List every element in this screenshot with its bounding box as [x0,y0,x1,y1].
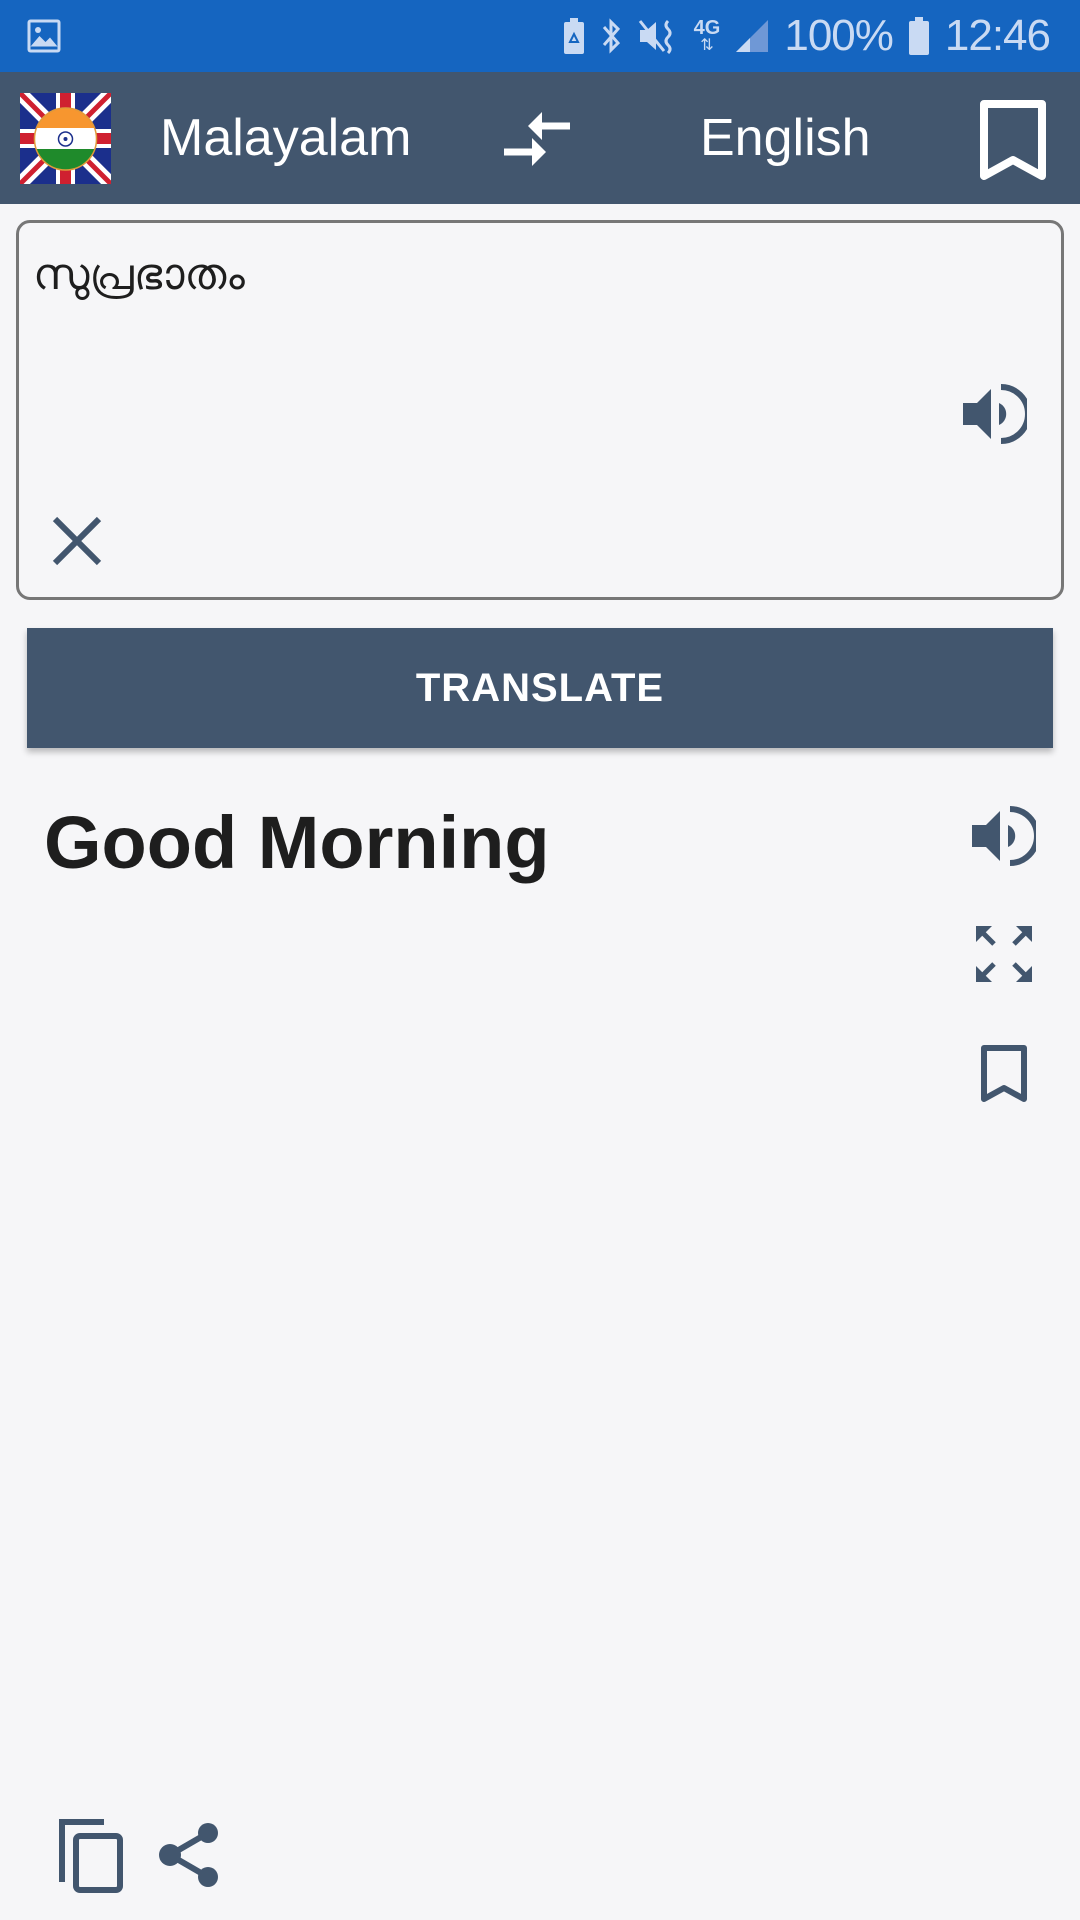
india-uk-flag-icon[interactable] [20,93,111,184]
swap-languages-icon[interactable] [502,110,572,170]
translated-text: Good Morning [44,801,550,884]
speaker-icon[interactable] [961,383,1027,445]
network-4g-icon: 4G ⇅ [694,18,721,54]
translate-button[interactable]: TRANSLATE [27,628,1053,748]
status-icons: 4G ⇅ 100% 12:46 [562,8,1051,64]
data-arrows-icon: ⇅ [700,37,714,54]
close-icon[interactable] [49,513,105,569]
source-text-input[interactable]: സുപ്രഭാതം [16,220,1064,600]
source-text[interactable]: സുപ്രഭാതം [33,249,245,300]
target-language-selector[interactable]: English [700,72,871,204]
fullscreen-icon[interactable] [974,924,1034,984]
bookmark-icon[interactable] [980,1044,1028,1104]
mute-vibrate-icon [638,19,672,55]
bluetooth-icon [602,18,620,54]
bookmark-icon[interactable] [978,98,1048,182]
speaker-icon[interactable] [970,805,1036,867]
app-bar: Malayalam English [0,72,1080,204]
battery-saver-icon [563,18,584,54]
clock: 12:46 [944,11,1051,60]
source-language-selector[interactable]: Malayalam [160,72,411,204]
signal-icon [736,20,769,52]
copy-icon[interactable] [58,1818,124,1894]
network-label: 4G [693,17,721,39]
battery-percent: 100% [784,11,894,60]
battery-icon [908,17,929,55]
share-icon[interactable] [156,1822,222,1888]
status-bar: 4G ⇅ 100% 12:46 [0,0,1080,72]
gallery-icon [27,19,61,53]
